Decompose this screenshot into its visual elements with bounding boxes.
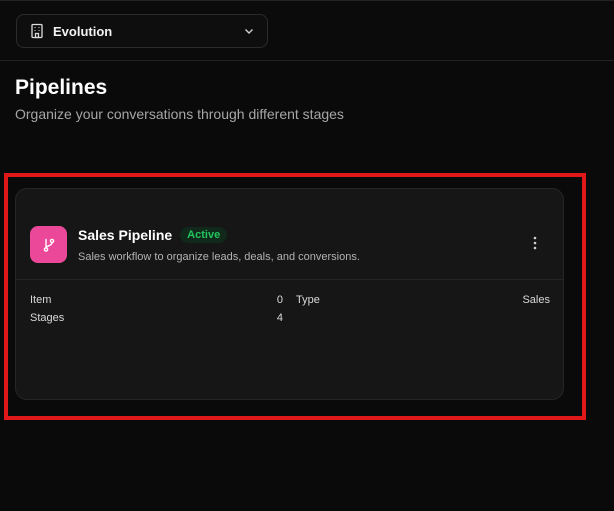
stat-value: 0: [276, 294, 283, 306]
workspace-selector[interactable]: Evolution: [16, 14, 268, 48]
pipeline-card-header: Sales Pipeline Active Sales workflow to …: [16, 189, 563, 280]
more-options-icon[interactable]: [527, 235, 543, 251]
git-branch-icon: [30, 226, 67, 263]
pipeline-title: Sales Pipeline: [78, 227, 173, 243]
chevron-down-icon: [243, 25, 255, 37]
stat-label: Stages: [30, 312, 65, 324]
pipeline-meta: Type Sales: [296, 291, 550, 309]
stat-label: Item: [30, 294, 52, 306]
page-subtitle: Organize your conversations through diff…: [15, 106, 344, 122]
stat-row-stages: Stages 4: [30, 309, 283, 327]
workspace-name: Evolution: [53, 23, 113, 39]
building-icon: [29, 23, 45, 39]
pipeline-description: Sales workflow to organize leads, deals,…: [78, 251, 360, 263]
meta-row-type: Type Sales: [296, 291, 550, 309]
pipeline-card[interactable]: Sales Pipeline Active Sales workflow to …: [15, 188, 564, 400]
status-badge: Active: [180, 227, 228, 243]
page-title: Pipelines: [15, 76, 108, 99]
stat-value: 4: [276, 312, 283, 324]
meta-value: Sales: [522, 294, 550, 306]
top-bar: Evolution: [0, 0, 614, 61]
stat-row-item: Item 0: [30, 291, 283, 309]
pipeline-stats: Item 0 Stages 4: [30, 291, 283, 327]
meta-label: Type: [296, 294, 320, 306]
